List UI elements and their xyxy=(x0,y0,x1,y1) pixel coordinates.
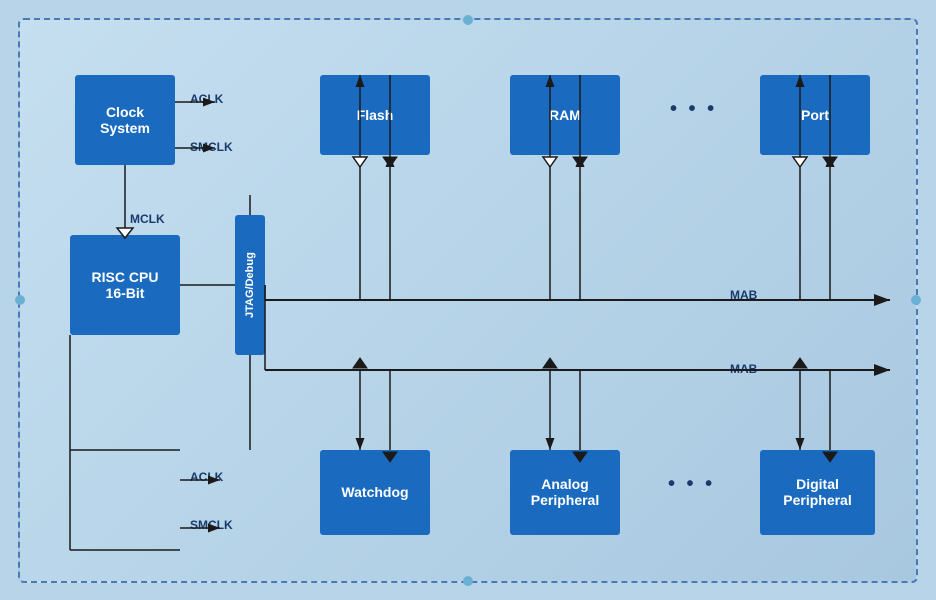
ram-block: RAM xyxy=(510,75,620,155)
jtag-block: JTAG/Debug xyxy=(235,215,265,355)
aclk-top-label: ACLK xyxy=(190,92,223,106)
aclk-bottom-label: ACLK xyxy=(190,470,223,484)
flash-block: Flash xyxy=(320,75,430,155)
dot-right xyxy=(911,295,921,305)
mclk-label: MCLK xyxy=(130,212,165,226)
mab-bottom-label: MAB xyxy=(730,362,757,376)
dot-bottom xyxy=(463,576,473,586)
watchdog-block: Watchdog xyxy=(320,450,430,535)
smclk-bottom-label: SMCLK xyxy=(190,518,233,532)
port-block: Port xyxy=(760,75,870,155)
dot-left xyxy=(15,295,25,305)
digital-peripheral-block: Digital Peripheral xyxy=(760,450,875,535)
dots-bottom: • • • xyxy=(668,473,715,496)
dot-top xyxy=(463,15,473,25)
diagram-container: Clock System RISC CPU 16-Bit JTAG/Debug … xyxy=(18,18,918,583)
dots-top: • • • xyxy=(670,98,717,121)
mab-top-label: MAB xyxy=(730,288,757,302)
smclk-top-label: SMCLK xyxy=(190,140,233,154)
clock-system-block: Clock System xyxy=(75,75,175,165)
analog-peripheral-block: Analog Peripheral xyxy=(510,450,620,535)
risc-cpu-block: RISC CPU 16-Bit xyxy=(70,235,180,335)
